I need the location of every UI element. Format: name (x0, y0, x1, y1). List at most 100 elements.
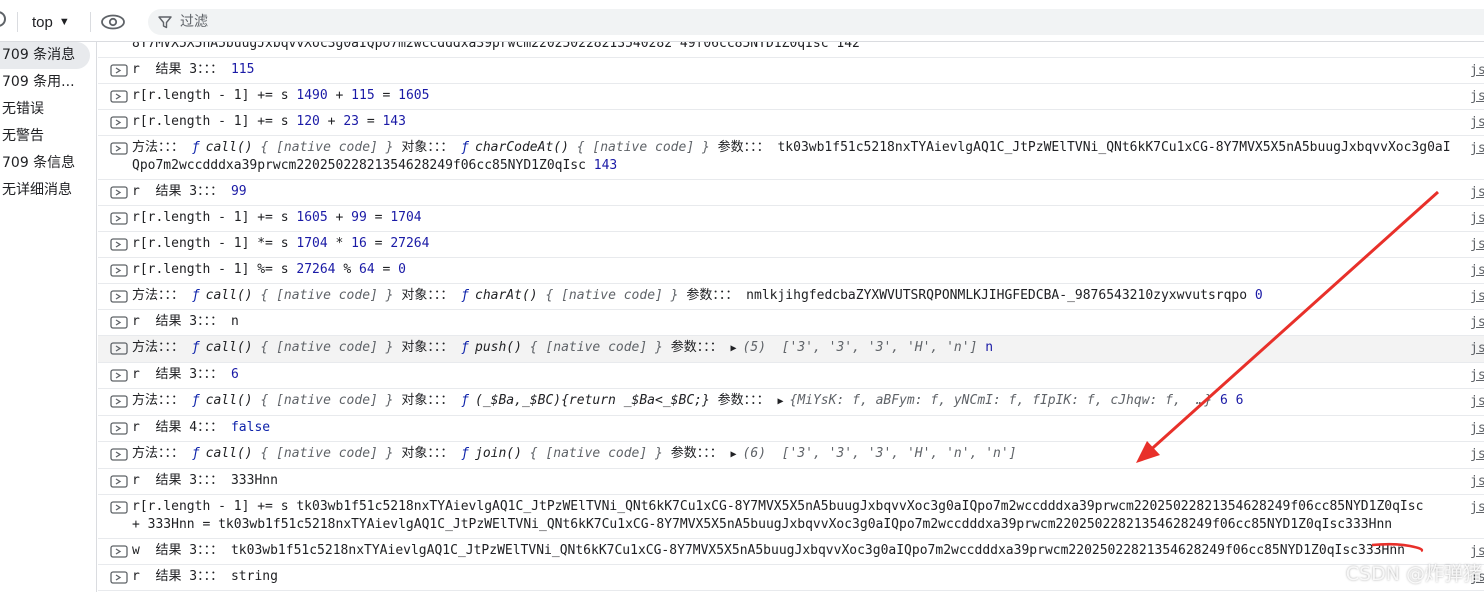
operand: 1605 (296, 210, 328, 225)
array-length: (5) (742, 340, 782, 355)
expand-message-icon[interactable] (110, 290, 128, 303)
expand-message-icon[interactable] (110, 342, 128, 355)
source-link[interactable]: js (1470, 446, 1484, 464)
source-link[interactable]: js (1470, 340, 1484, 358)
param-label: 参数：：： (717, 140, 778, 155)
expand-message-icon[interactable] (110, 316, 128, 329)
source-link[interactable]: js (1470, 114, 1484, 132)
console-message: 方法：：： ƒ call() { [native code] } 对象：：： ƒ (… (132, 392, 1452, 411)
source-link[interactable]: js (1470, 210, 1484, 228)
operator: = (366, 210, 391, 225)
param-label: 参数：：： (670, 340, 731, 355)
operator: = (374, 88, 399, 103)
array-item: 'H' (906, 446, 931, 461)
function-icon: ƒ (461, 393, 469, 408)
source-link[interactable]: js (1470, 262, 1484, 280)
result-value: string (230, 569, 278, 584)
operator: = (366, 236, 391, 251)
console-row: js r 结果 3：：： 115 (98, 58, 1484, 84)
expand-message-icon[interactable] (110, 422, 128, 435)
console-message: r 结果 4：：： false (132, 419, 1452, 437)
comma: , (891, 446, 907, 461)
toolbar-divider (17, 12, 18, 32)
console-message: w 结果 3：：： tk03wb1f51c5218nxTYAievlgAQ1C_… (132, 542, 1452, 560)
expand-message-icon[interactable] (110, 212, 128, 225)
function-name: charAt() (475, 288, 546, 303)
expand-message-icon[interactable] (110, 116, 128, 129)
function-icon: ƒ (191, 340, 200, 355)
console-row: js 方法：：： ƒ call() { [native code] } 对象：：： … (98, 284, 1484, 310)
source-link[interactable]: js (1470, 420, 1484, 438)
console-row: js 方法：：： ƒ call() { [native code] } 对象：：： … (98, 389, 1484, 416)
sidebar-item[interactable]: 无错误 (0, 96, 96, 123)
expand-message-icon[interactable] (110, 64, 128, 77)
sidebar-item[interactable]: 709 条消息 (0, 42, 90, 69)
source-link[interactable]: js (1470, 499, 1484, 517)
array-item: '3' (867, 340, 892, 355)
console-message: r[r.length - 1] += s 1605 + 99 = 1704 (132, 209, 1452, 227)
console-row: js r 结果 4：：： false (98, 416, 1484, 442)
function-name: call() (205, 340, 261, 355)
source-link[interactable]: js (1470, 184, 1484, 202)
sidebar-item[interactable]: 709 条用... (0, 69, 96, 96)
result-value: 6 (230, 367, 239, 382)
console-message: r[r.length - 1] += s tk03wb1f51c5218nxTY… (132, 498, 1452, 534)
operator: * (327, 236, 352, 251)
operator: = (374, 262, 399, 277)
context-selector[interactable]: top ▼ (24, 10, 78, 34)
function-name: call() (205, 140, 261, 155)
source-link[interactable]: js (1470, 314, 1484, 332)
operand: 16 (351, 236, 367, 251)
expand-message-icon[interactable] (110, 142, 128, 155)
expand-message-icon[interactable] (110, 545, 128, 558)
result: 27264 (390, 236, 430, 251)
method-label: 方法：：： (132, 340, 192, 355)
source-link[interactable]: js (1470, 88, 1484, 106)
expression: r[r.length - 1] += s (132, 210, 297, 225)
operand: 64 (359, 262, 375, 277)
expand-message-icon[interactable] (110, 238, 128, 251)
native-code: { [native code] } (545, 288, 687, 303)
sidebar-item[interactable]: 无警告 (0, 123, 96, 150)
result: 1605 (398, 88, 430, 103)
native-code: { [native code] } (260, 393, 402, 408)
array-item: '3' (828, 340, 853, 355)
source-link[interactable]: js (1470, 473, 1484, 491)
expand-message-icon[interactable] (110, 369, 128, 382)
comma: , (813, 446, 829, 461)
function-name: call() (205, 288, 261, 303)
expand-message-icon[interactable] (110, 448, 128, 461)
source-link[interactable]: js (1470, 288, 1484, 306)
function-icon: ƒ (191, 288, 200, 303)
result-label: r 结果 3：：： (132, 62, 231, 77)
source-link[interactable]: js (1470, 393, 1484, 411)
source-link[interactable]: js (1470, 236, 1484, 254)
expand-message-icon[interactable] (110, 501, 128, 514)
sidebar-item[interactable]: 无详细消息 (0, 177, 96, 204)
source-link[interactable]: js (1470, 140, 1484, 158)
operator: % (335, 262, 359, 277)
console-message: r[r.length - 1] += s 120 + 23 = 143 (132, 113, 1452, 131)
console-row: js r 结果 3：：： string (98, 565, 1484, 591)
sidebar-item[interactable]: 709 条信息 (0, 150, 96, 177)
function-name: charCodeAt() (475, 140, 577, 155)
result: 143 (382, 114, 406, 129)
source-link[interactable]: js (1470, 367, 1484, 385)
expand-message-icon[interactable] (110, 90, 128, 103)
comma: , (852, 446, 868, 461)
eye-icon[interactable] (100, 12, 126, 32)
array-item: '3' (789, 446, 813, 461)
function-icon: ƒ (461, 446, 469, 461)
expand-message-icon[interactable] (110, 571, 128, 584)
filter-field[interactable] (148, 9, 1484, 35)
expand-message-icon[interactable] (110, 475, 128, 488)
expand-message-icon[interactable] (110, 186, 128, 199)
function-name: (_$Ba,_$BC){return _$Ba<_$BC;} (475, 393, 718, 408)
filter-input[interactable] (178, 13, 1382, 31)
operand: 23 (343, 114, 359, 129)
clear-console-icon[interactable] (0, 11, 6, 27)
expand-message-icon[interactable] (110, 395, 128, 408)
source-link[interactable]: js (1470, 62, 1484, 80)
console-row: js r 结果 3：：： 6 (98, 363, 1484, 389)
expand-message-icon[interactable] (110, 264, 128, 277)
